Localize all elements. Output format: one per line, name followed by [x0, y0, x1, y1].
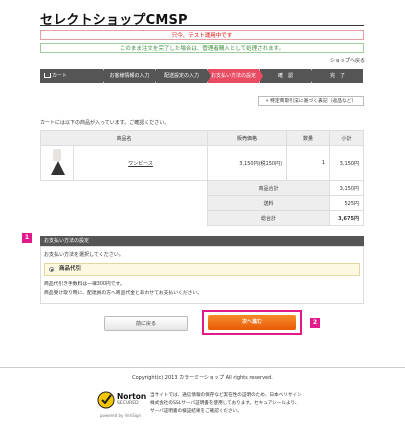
cart-table: 商品名 販売価格 数量 小計 ワンピース 3,150円(税150円) 1 3,1…	[39, 130, 364, 226]
norton-secured: SECURED	[117, 401, 139, 406]
payment-prompt: お支払い方法を選択してください。	[44, 252, 124, 258]
legal-notice-link[interactable]: » 特定商取引法に基づく表記（返品など）	[258, 96, 364, 106]
col-product: 商品名	[39, 130, 209, 146]
back-to-shop-link[interactable]: ショップへ戻る	[330, 57, 365, 64]
payment-desc-detail: 商品受け取り時に、配達員の方へ商品代金とあわせてお支払いください。	[44, 291, 203, 296]
table-header-row: 商品名 販売価格 数量 小計	[39, 130, 364, 146]
product-thumbnail[interactable]	[40, 145, 74, 181]
table-row: 送料 525円	[41, 195, 364, 211]
total-label: 商品合計	[207, 180, 331, 196]
cart-icon	[44, 73, 51, 78]
back-button[interactable]: 前に戻る	[104, 316, 188, 331]
col-subtotal: 小計	[329, 130, 364, 146]
step-label: 配送設定の入力	[163, 73, 199, 79]
step-label: 完 了	[329, 73, 345, 79]
norton-brand: Norton	[117, 392, 147, 401]
col-price: 販売価格	[207, 130, 288, 146]
payment-section-heading: お支払い方法の設定	[40, 236, 364, 246]
footer-divider	[0, 367, 405, 368]
step-confirm: 確 認	[260, 69, 315, 83]
dress-image	[51, 149, 65, 177]
payment-option-label: 商品代引	[59, 266, 82, 272]
ssl-note-line: 当サイトでは、通信情報の保存など実在性の証明のため、日本ベリサイン	[150, 393, 302, 398]
norton-powered: powered by VeriSign	[100, 413, 142, 418]
step-label: お客様情報の入力	[109, 73, 150, 79]
table-row: 商品合計 3,150円	[41, 180, 364, 196]
product-subtotal: 3,150円	[329, 145, 364, 181]
title-divider	[40, 25, 364, 26]
col-qty: 数量	[286, 130, 331, 146]
cart-intro: カートには以下の商品が入っています。ご確認ください。	[40, 120, 170, 126]
total-value: 3,675円	[329, 210, 364, 226]
ssl-note-line: 株式会社のSSLサーバ証明書を使用しております。セキュアシールより、	[150, 401, 300, 406]
step-payment: お支払い方法の設定	[208, 69, 263, 83]
ssl-note-line: サーバ証明書の検証結果をご確認ください。	[150, 409, 242, 414]
annotation-badge-1: 1	[22, 233, 32, 243]
table-row: 総合計 3,675円	[41, 210, 364, 226]
copyright: Copyright(c) 2013 カラーミーショップ All rights r…	[132, 375, 273, 381]
payment-option-cod[interactable]: 商品代引	[44, 263, 360, 276]
step-label: カート	[52, 73, 68, 79]
step-customer-info: お客様情報の入力	[104, 69, 159, 83]
total-label: 総合計	[207, 210, 331, 226]
test-mode-alert: 只今、テスト運用中です	[40, 30, 364, 40]
product-name-link[interactable]: ワンピース	[72, 145, 209, 181]
payment-desc-fee: 商品代引き手数料は一律300円です。	[44, 282, 125, 287]
annotation-badge-2: 2	[310, 318, 320, 328]
product-qty: 1	[286, 145, 331, 181]
step-delivery: 配送設定の入力	[156, 69, 211, 83]
next-button[interactable]: 次へ進む	[208, 315, 296, 330]
total-value: 3,150円	[329, 180, 364, 196]
product-price: 3,150円(税150円)	[207, 145, 288, 181]
step-cart: カート	[40, 69, 107, 83]
radio-button[interactable]	[49, 267, 54, 272]
step-label: お支払い方法の設定	[210, 73, 256, 79]
table-row: ワンピース 3,150円(税150円) 1 3,150円	[40, 145, 364, 181]
checkout-steps: カート お客様情報の入力 配送設定の入力 お支払い方法の設定 確 認 完 了	[40, 69, 364, 83]
total-label: 送料	[207, 195, 331, 211]
step-label: 確 認	[277, 73, 293, 79]
admin-purchase-alert: このまま注文を完了した場合は、管理者購入として処理されます。	[40, 43, 364, 53]
norton-secured-seal[interactable]: Norton SECURED powered by VeriSign	[96, 389, 146, 427]
step-complete: 完 了	[312, 69, 363, 83]
total-value: 525円	[329, 195, 364, 211]
